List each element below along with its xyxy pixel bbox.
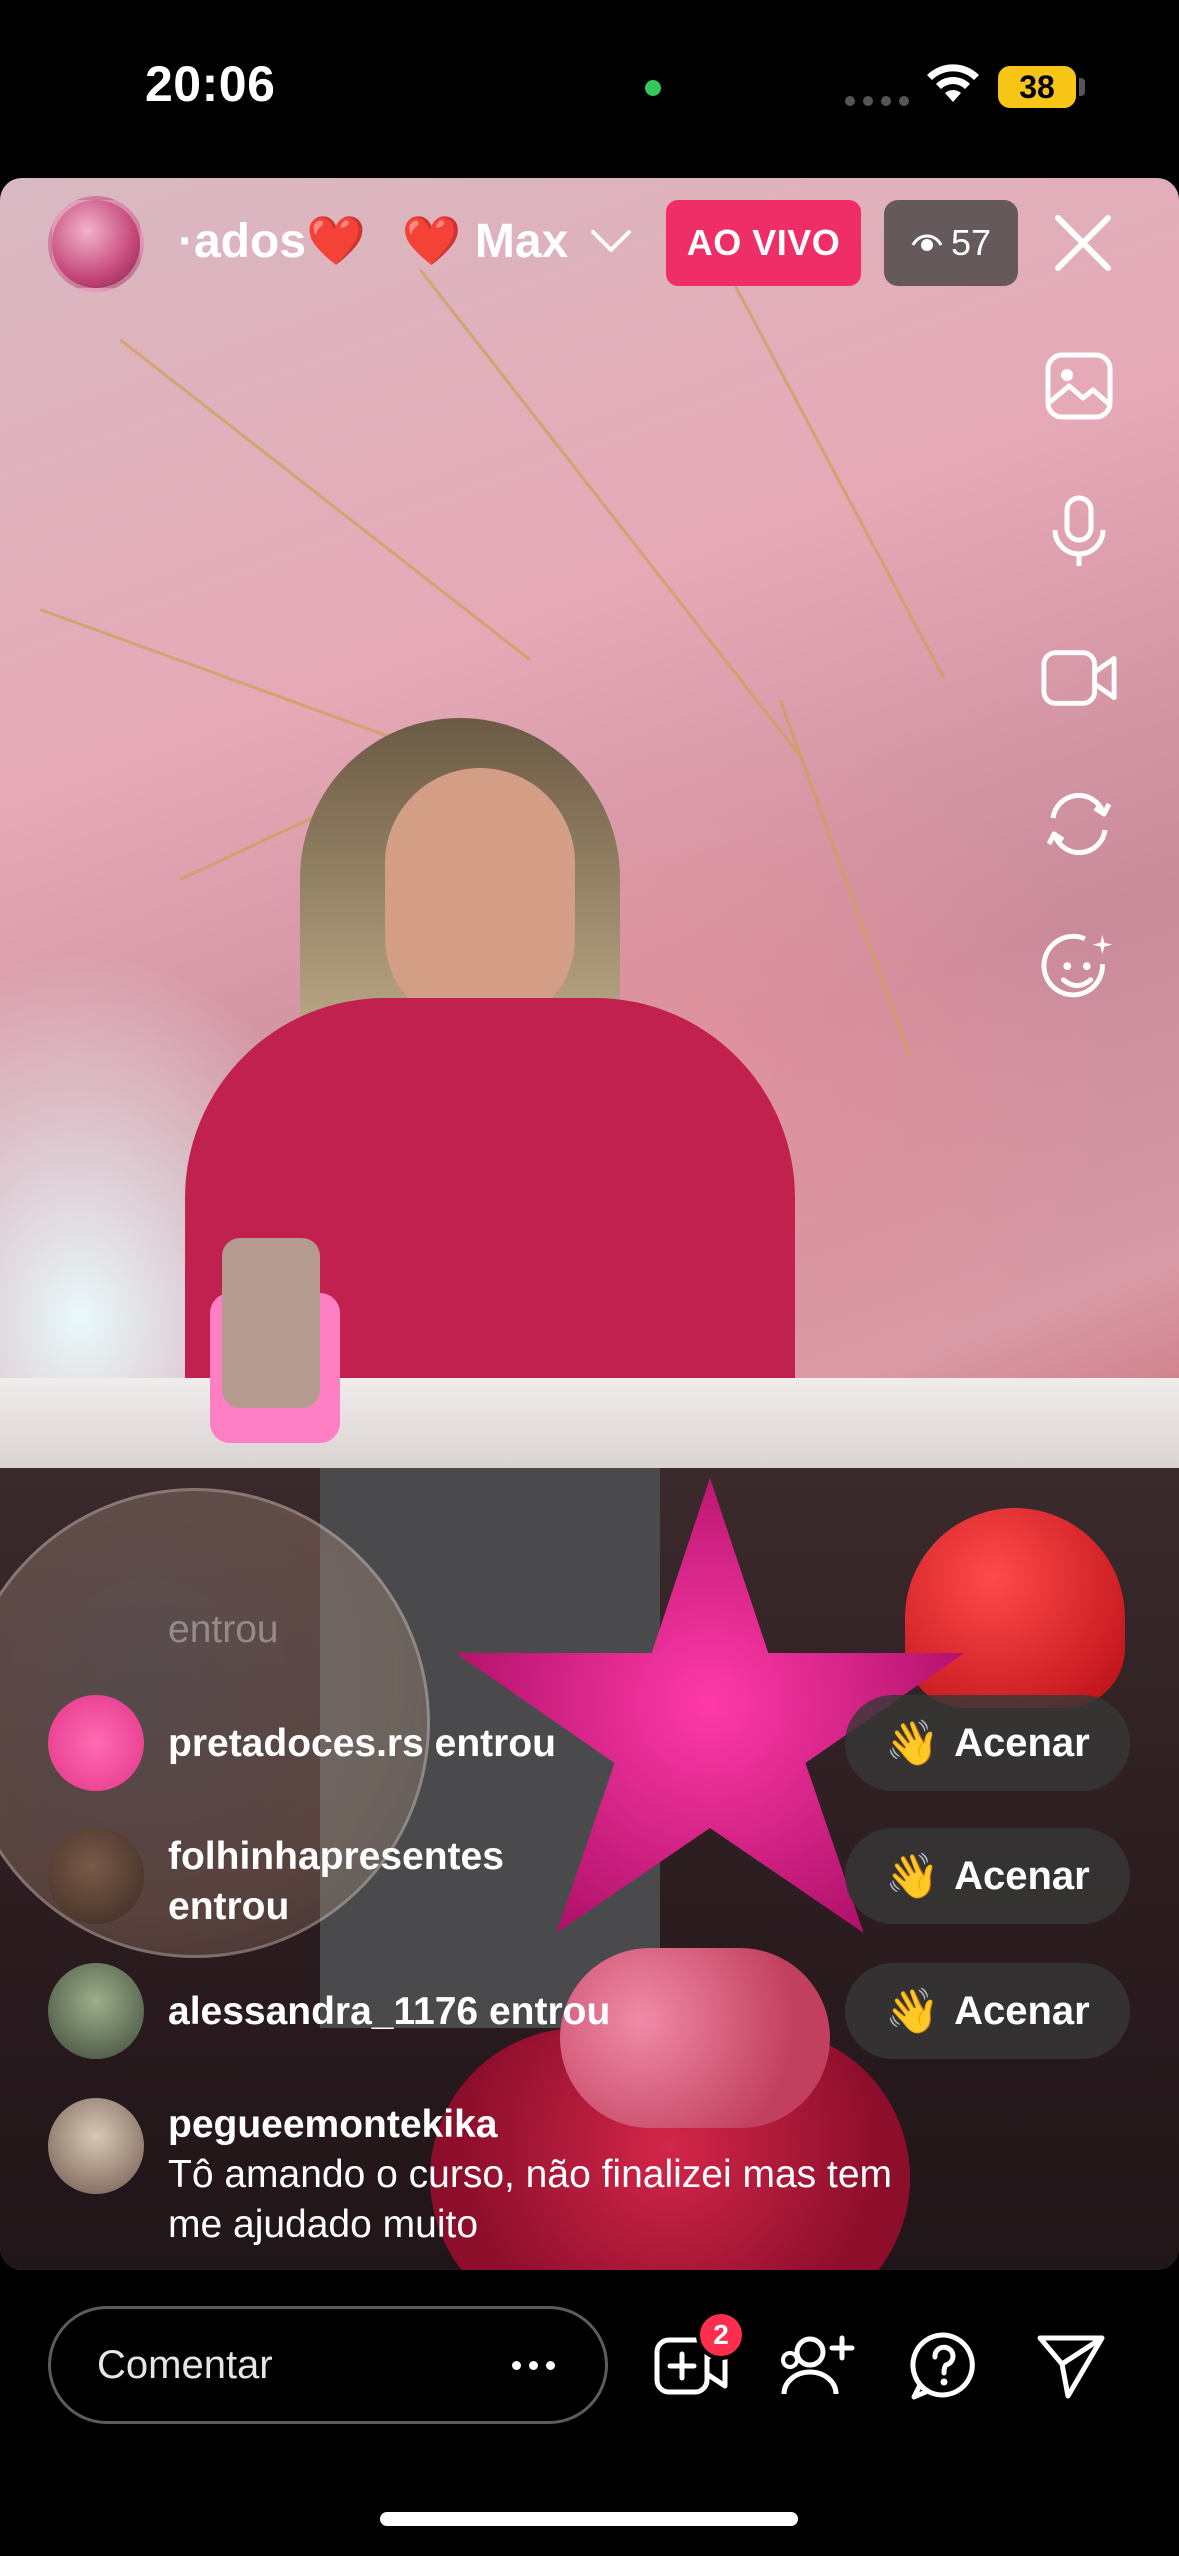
home-indicator[interactable] <box>380 2512 798 2526</box>
waving-hand-icon: 👋 <box>885 1987 941 2036</box>
more-options-icon[interactable] <box>512 2361 555 2370</box>
live-title-left: ·ados❤️ <box>178 215 366 268</box>
waving-hand-icon: 👋 <box>885 1852 941 1901</box>
microphone-icon[interactable] <box>1040 495 1118 568</box>
status-time: 20:06 <box>145 56 276 112</box>
live-video[interactable] <box>0 178 1179 2270</box>
close-icon[interactable] <box>1050 210 1116 276</box>
host-avatar[interactable] <box>48 196 144 292</box>
face-effects-icon[interactable] <box>1040 933 1118 1006</box>
question-icon[interactable] <box>904 2325 984 2405</box>
wave-button[interactable]: 👋 Acenar <box>845 1695 1130 1791</box>
battery-icon: 38 <box>998 66 1076 108</box>
status-bar: 20:06 38 <box>0 0 1179 170</box>
invite-user-icon[interactable] <box>778 2325 858 2405</box>
live-title[interactable]: ·ados❤️ ❤️ Max <box>178 212 632 269</box>
comment-item: folhinhapresentes entrou <box>48 1828 504 1932</box>
video-camera-icon[interactable] <box>1040 642 1118 714</box>
viewer-count-value: 57 <box>950 222 992 263</box>
avatar[interactable] <box>48 1828 144 1924</box>
comment-item: entrou <box>168 1608 279 1651</box>
live-badge: AO VIVO <box>666 200 861 286</box>
avatar[interactable] <box>48 1695 144 1791</box>
side-toolbar <box>1040 350 1118 1006</box>
viewer-count[interactable]: 57 <box>884 200 1018 286</box>
comment-item: alessandra_1176 entrou <box>48 1963 610 2059</box>
chevron-down-icon[interactable] <box>590 228 632 254</box>
waving-hand-icon: 👋 <box>885 1719 941 1768</box>
green-dot-indicator <box>645 80 661 96</box>
cellular-icon <box>845 96 909 106</box>
wave-button[interactable]: 👋 Acenar <box>845 1828 1130 1924</box>
send-icon[interactable] <box>1030 2325 1110 2405</box>
avatar[interactable] <box>48 1963 144 2059</box>
comment-input[interactable]: Comentar <box>48 2306 608 2424</box>
image-icon[interactable] <box>1040 350 1118 422</box>
switch-camera-icon[interactable] <box>1040 788 1118 860</box>
comment-item: pegueemontekika Tô amando o curso, não f… <box>48 2098 892 2250</box>
eye-icon <box>911 234 943 251</box>
comment-item: pretadoces.rs entrou <box>48 1695 556 1791</box>
invite-badge: 2 <box>696 2310 746 2360</box>
wave-button[interactable]: 👋 Acenar <box>845 1963 1130 2059</box>
avatar[interactable] <box>48 2098 144 2194</box>
live-title-right: ❤️ Max <box>401 215 569 268</box>
wifi-icon <box>927 64 979 102</box>
comment-placeholder: Comentar <box>97 2342 273 2387</box>
